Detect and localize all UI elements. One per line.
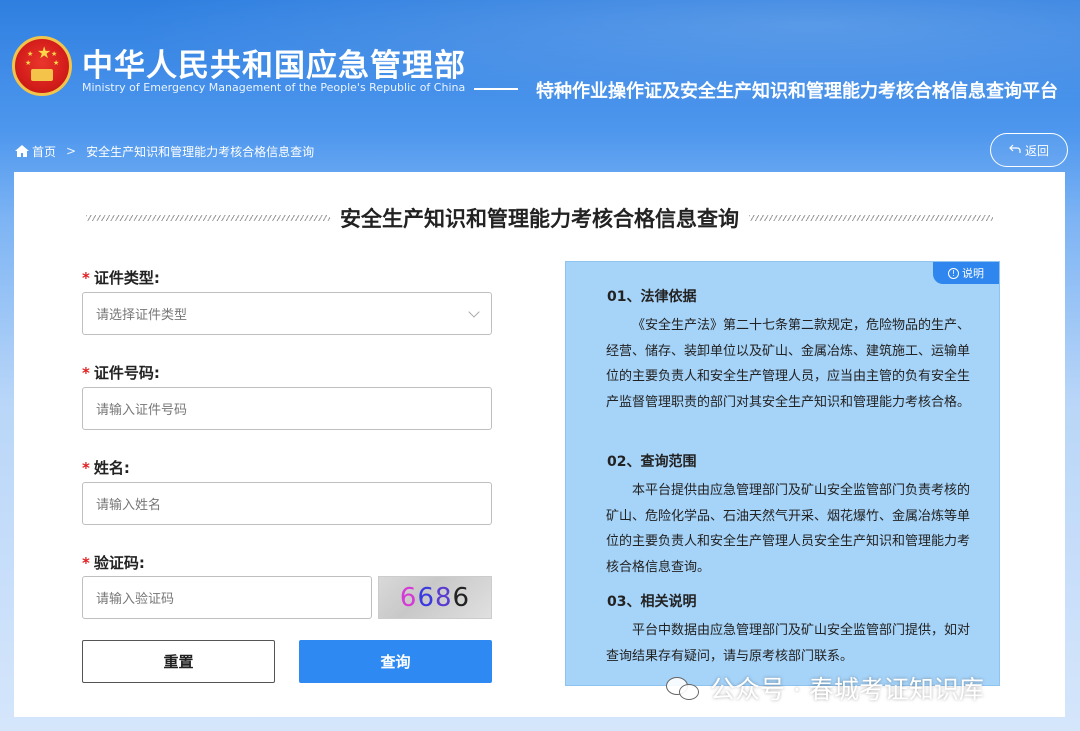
back-button[interactable]: 返回 [990, 133, 1068, 167]
captcha-label: * 验证码: [82, 554, 145, 572]
reset-button[interactable]: 重置 [82, 640, 275, 683]
chevron-down-icon [468, 305, 480, 318]
watermark-text: 公众号 · 春城考证知识库 [710, 675, 984, 704]
name-label: * 姓名: [82, 459, 130, 477]
required-mark: * [82, 269, 90, 287]
required-mark: * [82, 459, 90, 477]
section-heading: 03、相关说明 [607, 594, 697, 610]
wechat-icon [666, 673, 702, 703]
back-button-label: 返回 [1024, 143, 1049, 158]
cert-type-placeholder: 请选择证件类型 [96, 308, 188, 323]
home-icon[interactable] [14, 144, 30, 158]
site-subtitle: Ministry of Emergency Management of the … [82, 81, 466, 94]
site-title: 中华人民共和国应急管理部 [82, 48, 466, 84]
section-heading: 01、法律依据 [607, 289, 697, 305]
captcha-placeholder: 请输入验证码 [96, 592, 175, 607]
platform-title: 特种作业操作证及安全生产知识和管理能力考核合格信息查询平台 [536, 81, 1058, 102]
breadcrumb: 首页 > 安全生产知识和管理能力考核合格信息查询 [14, 141, 314, 161]
required-mark: * [82, 364, 90, 382]
cert-number-label: * 证件号码: [82, 364, 160, 382]
captcha-image[interactable]: 6 6 8 6 [378, 576, 492, 619]
national-emblem-icon: ★ ★ ★ ★ ★ [12, 36, 72, 96]
panel-title: 安全生产知识和管理能力考核合格信息查询 [340, 207, 739, 231]
cert-type-label: * 证件类型: [82, 269, 160, 287]
title-hatch-right [749, 215, 993, 221]
info-badge: ! 说明 [933, 262, 999, 284]
breadcrumb-home-link[interactable]: 首页 [32, 143, 56, 160]
cert-type-select[interactable]: 请选择证件类型 [82, 292, 492, 335]
captcha-digit: 8 [435, 582, 453, 613]
cert-number-placeholder: 请输入证件号码 [96, 403, 188, 418]
section-heading: 02、查询范围 [607, 454, 697, 470]
query-button[interactable]: 查询 [299, 640, 492, 683]
required-mark: * [82, 554, 90, 572]
section-text: 本平台提供由应急管理部门及矿山安全监管部门负责考核的矿山、危险化学品、石油天然气… [606, 483, 971, 575]
info-box: ! 说明 01、法律依据 《安全生产法》第二十七条第二款规定，危险物品的生产、经… [565, 261, 1000, 686]
info-icon: ! [948, 267, 959, 279]
captcha-digit: 6 [452, 582, 471, 613]
name-input[interactable]: 请输入姓名 [82, 482, 492, 525]
header-divider [474, 88, 518, 90]
panel-title-bar: 安全生产知识和管理能力考核合格信息查询 [86, 203, 993, 233]
breadcrumb-separator: > [66, 144, 77, 158]
cert-number-input[interactable]: 请输入证件号码 [82, 387, 492, 430]
section-text: 平台中数据由应急管理部门及矿山安全监管部门提供，如对查询结果存有疑问，请与原考核… [606, 623, 971, 664]
section-text: 《安全生产法》第二十七条第二款规定，危险物品的生产、经营、储存、装卸单位以及矿山… [606, 318, 971, 410]
breadcrumb-current: 安全生产知识和管理能力考核合格信息查询 [86, 144, 315, 159]
captcha-digit: 6 [417, 582, 435, 613]
captcha-input[interactable]: 请输入验证码 [82, 576, 372, 619]
watermark: 公众号 · 春城考证知识库 [666, 670, 984, 706]
query-panel: 安全生产知识和管理能力考核合格信息查询 * 证件类型: 请选择证件类型 * 证件号码… [14, 172, 1065, 717]
captcha-digit: 6 [399, 582, 418, 613]
return-icon [1009, 143, 1021, 157]
info-badge-label: 说明 [962, 267, 984, 280]
name-placeholder: 请输入姓名 [96, 498, 162, 513]
title-hatch-left [86, 215, 330, 221]
